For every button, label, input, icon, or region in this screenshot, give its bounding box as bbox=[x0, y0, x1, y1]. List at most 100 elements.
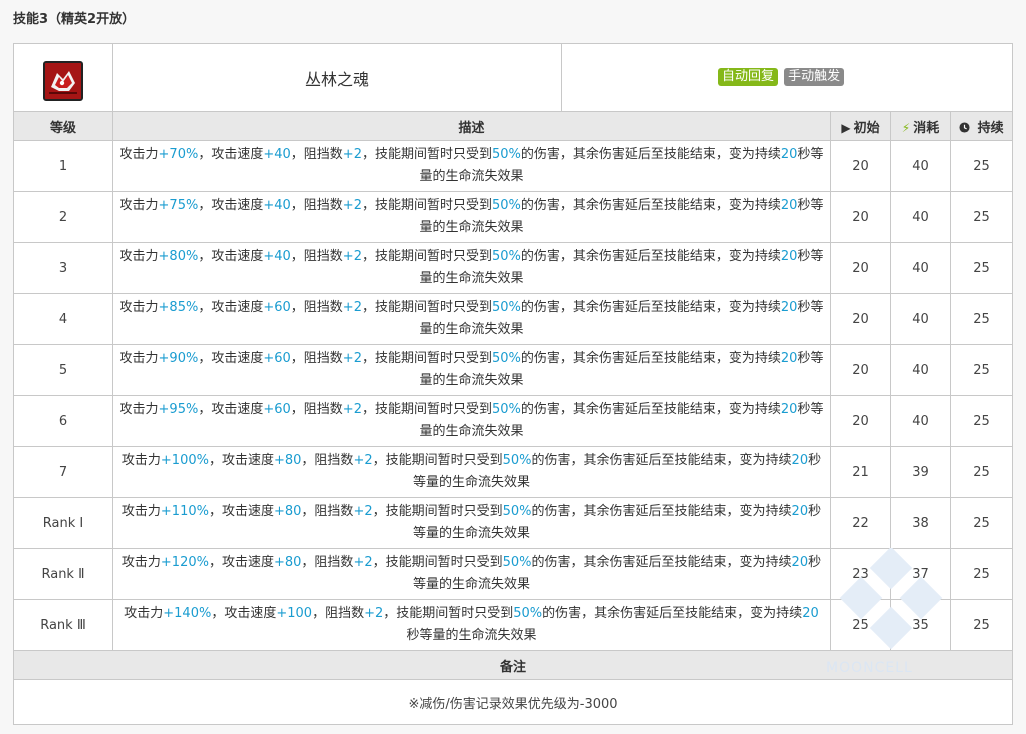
column-duration: 持续 bbox=[949, 111, 1014, 141]
desc-block-value: +2 bbox=[353, 555, 373, 570]
desc-secs-value: 20 bbox=[791, 555, 809, 570]
desc-block-label: ，阻挡数 bbox=[290, 147, 343, 162]
desc-atk-value: +90% bbox=[158, 351, 199, 366]
desc-atk-value: +140% bbox=[163, 606, 212, 621]
desc-block-value: +2 bbox=[353, 504, 373, 519]
level-cell: Rank Ⅲ bbox=[13, 599, 113, 651]
level-cell: 7 bbox=[13, 446, 113, 498]
desc-secs-value: 20 bbox=[802, 606, 819, 621]
desc-aspd-value: +60 bbox=[263, 402, 291, 417]
desc-after-pct: 的伤害，其余伤害延后至技能结束，变为持续 bbox=[531, 453, 792, 468]
desc-after-pct: 的伤害，其余伤害延后至技能结束，变为持续 bbox=[520, 147, 781, 162]
table-row: 1 攻击力+70%，攻击速度+40，阻挡数+2，技能期间暂时只受到50%的伤害，其… bbox=[13, 140, 1014, 192]
cost-cell: 40 bbox=[890, 191, 951, 243]
table-row: 2 攻击力+75%，攻击速度+40，阻挡数+2，技能期间暂时只受到50%的伤害，其… bbox=[13, 191, 1014, 243]
level-cell: 5 bbox=[13, 344, 113, 396]
desc-secs-value: 20 bbox=[791, 504, 809, 519]
desc-atk-value: +110% bbox=[160, 504, 209, 519]
desc-tail: 秒等量的生命流失效果 bbox=[406, 628, 537, 643]
initial-cell: 20 bbox=[830, 191, 891, 243]
desc-atk-value: +80% bbox=[158, 249, 199, 264]
desc-block-label: ，阻挡数 bbox=[290, 198, 343, 213]
section-title: 技能3（精英2开放） bbox=[13, 12, 136, 27]
desc-atk-value: +95% bbox=[158, 402, 199, 417]
desc-after-pct: 的伤害，其余伤害延后至技能结束，变为持续 bbox=[520, 402, 781, 417]
desc-secs-value: 20 bbox=[780, 147, 798, 162]
desc-aspd-label: ，攻击速度 bbox=[198, 147, 264, 162]
desc-secs-value: 20 bbox=[780, 198, 798, 213]
initial-cell: 20 bbox=[830, 344, 891, 396]
description-cell: 攻击力+95%，攻击速度+60，阻挡数+2，技能期间暂时只受到50%的伤害，其余… bbox=[112, 395, 831, 447]
desc-secs-value: 20 bbox=[780, 351, 798, 366]
column-duration-label: 持续 bbox=[977, 120, 1004, 136]
initial-cell: 25 bbox=[830, 599, 891, 651]
column-cost: ⚡ 消耗 bbox=[890, 111, 951, 141]
desc-secs-value: 20 bbox=[780, 249, 798, 264]
description-cell: 攻击力+70%，攻击速度+40，阻挡数+2，技能期间暂时只受到50%的伤害，其余… bbox=[112, 140, 831, 192]
desc-after-pct: 的伤害，其余伤害延后至技能结束，变为持续 bbox=[542, 606, 803, 621]
desc-mid: ，技能期间暂时只受到 bbox=[383, 606, 514, 621]
desc-atk-label: 攻击力 bbox=[119, 300, 159, 315]
desc-block-value: +2 bbox=[364, 606, 384, 621]
desc-pct-value: 50% bbox=[513, 606, 543, 621]
cost-cell: 40 bbox=[890, 344, 951, 396]
level-cell: Rank Ⅰ bbox=[13, 497, 113, 549]
description-cell: 攻击力+100%，攻击速度+80，阻挡数+2，技能期间暂时只受到50%的伤害，其… bbox=[112, 446, 831, 498]
desc-aspd-value: +80 bbox=[273, 453, 302, 468]
skill-name: 丛林之魂 bbox=[304, 69, 369, 89]
desc-atk-label: 攻击力 bbox=[121, 555, 161, 570]
desc-pct-value: 50% bbox=[491, 249, 521, 264]
desc-mid: ，技能期间暂时只受到 bbox=[361, 402, 492, 417]
cost-cell: 40 bbox=[890, 293, 951, 345]
cost-cell: 35 bbox=[890, 599, 951, 651]
table-row: Rank Ⅱ 攻击力+120%，攻击速度+80，阻挡数+2，技能期间暂时只受到50… bbox=[13, 548, 1014, 600]
column-initial: ▶ 初始 bbox=[830, 111, 891, 141]
desc-aspd-label: ，攻击速度 bbox=[211, 606, 277, 621]
desc-block-value: +2 bbox=[342, 249, 362, 264]
desc-mid: ，技能期间暂时只受到 bbox=[361, 351, 492, 366]
description-cell: 攻击力+110%，攻击速度+80，阻挡数+2，技能期间暂时只受到50%的伤害，其… bbox=[112, 497, 831, 549]
duration-cell: 25 bbox=[949, 446, 1014, 498]
desc-pct-value: 50% bbox=[502, 504, 532, 519]
cost-cell: 39 bbox=[890, 446, 951, 498]
initial-cell: 21 bbox=[830, 446, 891, 498]
desc-aspd-label: ，攻击速度 bbox=[208, 453, 274, 468]
description-cell: 攻击力+140%，攻击速度+100，阻挡数+2，技能期间暂时只受到50%的伤害，… bbox=[112, 599, 831, 651]
desc-block-label: ，阻挡数 bbox=[290, 249, 343, 264]
level-cell: Rank Ⅱ bbox=[13, 548, 113, 600]
desc-atk-label: 攻击力 bbox=[119, 198, 159, 213]
duration-cell: 25 bbox=[949, 599, 1014, 651]
initial-cell: 23 bbox=[830, 548, 891, 600]
table-row: Rank Ⅰ 攻击力+110%，攻击速度+80，阻挡数+2，技能期间暂时只受到50… bbox=[13, 497, 1014, 549]
duration-cell: 25 bbox=[949, 191, 1014, 243]
level-cell: 6 bbox=[13, 395, 113, 447]
desc-aspd-value: +60 bbox=[263, 300, 291, 315]
table-row: Rank Ⅲ 攻击力+140%，攻击速度+100，阻挡数+2，技能期间暂时只受到5… bbox=[13, 599, 1014, 651]
duration-cell: 25 bbox=[949, 242, 1014, 294]
tag-auto-recovery: 自动回复 bbox=[718, 67, 779, 86]
column-desc: 描述 bbox=[112, 111, 831, 141]
desc-mid: ，技能期间暂时只受到 bbox=[372, 453, 503, 468]
desc-block-label: ，阻挡数 bbox=[301, 453, 354, 468]
desc-aspd-label: ，攻击速度 bbox=[198, 198, 264, 213]
description-cell: 攻击力+80%，攻击速度+40，阻挡数+2，技能期间暂时只受到50%的伤害，其余… bbox=[112, 242, 831, 294]
table-row: 4 攻击力+85%，攻击速度+60，阻挡数+2，技能期间暂时只受到50%的伤害，其… bbox=[13, 293, 1014, 345]
desc-atk-value: +85% bbox=[158, 300, 199, 315]
desc-block-label: ，阻挡数 bbox=[290, 351, 343, 366]
desc-pct-value: 50% bbox=[491, 351, 521, 366]
column-initial-label: 初始 bbox=[853, 120, 880, 136]
remark-text: ※减伤/伤害记录效果优先级为-3000 bbox=[12, 679, 1014, 725]
desc-pct-value: 50% bbox=[502, 453, 532, 468]
desc-aspd-value: +80 bbox=[273, 555, 302, 570]
description-cell: 攻击力+90%，攻击速度+60，阻挡数+2，技能期间暂时只受到50%的伤害，其余… bbox=[112, 344, 831, 396]
duration-cell: 25 bbox=[949, 548, 1014, 600]
skill-tags-cell: 自动回复 手动触发 bbox=[560, 43, 1014, 112]
desc-block-label: ，阻挡数 bbox=[312, 606, 365, 621]
desc-block-label: ，阻挡数 bbox=[290, 300, 343, 315]
desc-block-value: +2 bbox=[342, 351, 362, 366]
desc-secs-value: 20 bbox=[780, 300, 798, 315]
duration-cell: 25 bbox=[949, 293, 1014, 345]
desc-after-pct: 的伤害，其余伤害延后至技能结束，变为持续 bbox=[520, 198, 781, 213]
cost-cell: 38 bbox=[890, 497, 951, 549]
desc-after-pct: 的伤害，其余伤害延后至技能结束，变为持续 bbox=[520, 249, 781, 264]
